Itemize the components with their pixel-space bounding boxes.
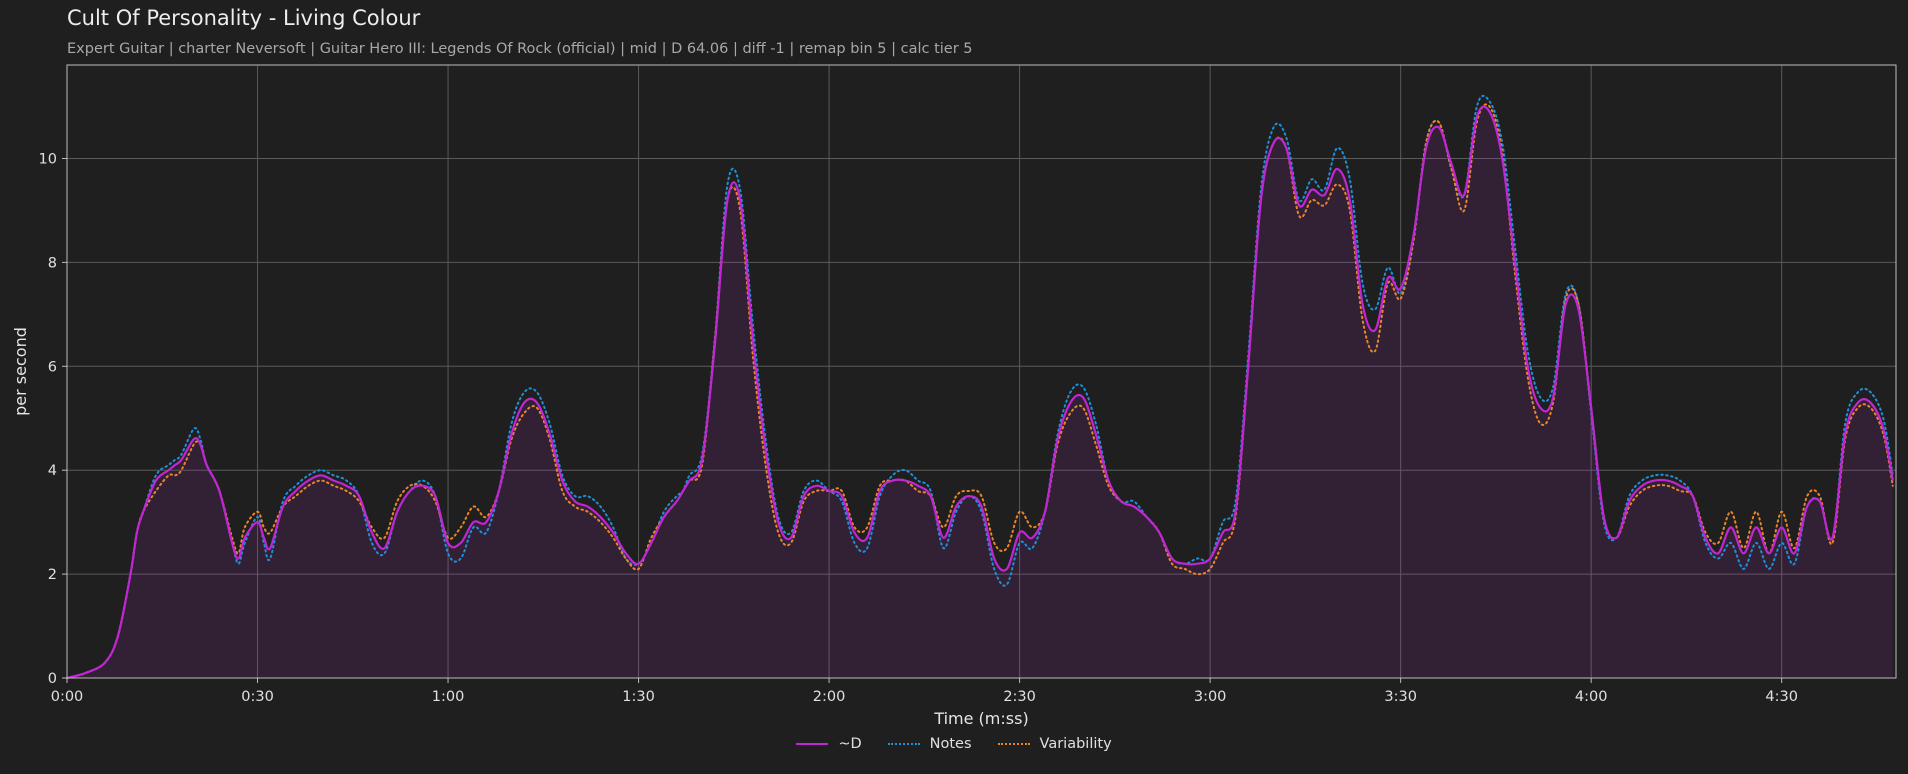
y-tick-label: 6 [48,359,57,375]
x-tick-label: 1:00 [432,689,465,705]
y-tick-label: 4 [48,463,57,479]
legend-item: Notes [887,736,972,752]
series-area-d [67,106,1893,679]
x-tick-label: 2:30 [1003,689,1036,705]
y-tick-label: 10 [39,152,57,168]
legend-label: Notes [929,736,972,752]
area-fill [67,106,1893,679]
legend-swatch [887,743,920,745]
x-tick-label: 1:30 [622,689,655,705]
y-axis-label: per second [11,327,30,416]
legend-label: Variability [1039,736,1112,752]
x-tick-label: 3:00 [1194,689,1227,705]
x-tick-label: 0:30 [241,689,274,705]
x-tick-label: 2:00 [813,689,846,705]
x-axis-label: Time (m:ss) [933,709,1028,728]
legend-item: Variability [997,736,1112,752]
y-tick-label: 8 [48,255,57,271]
y-tick-label: 0 [48,671,57,687]
line-chart: 0:00 0:30 1:00 1:30 2:00 2:30 3:00 3:30 4:00 4:30… [11,64,1897,728]
x-tick-label: 4:00 [1575,689,1608,705]
chart-legend: ~D Notes Variability [0,736,1908,752]
x-tick-label: 3:30 [1384,689,1417,705]
y-tick-label: 2 [48,567,57,583]
legend-item: ~D [796,736,862,752]
legend-swatch [796,743,829,745]
legend-label: ~D [838,736,862,752]
y-axis-ticks: 0 2 4 6 8 10 [39,152,67,687]
legend-swatch [997,743,1030,745]
x-tick-label: 4:30 [1765,689,1798,705]
x-axis-ticks: 0:00 0:30 1:00 1:30 2:00 2:30 3:00 3:30 4:00 4:30 [51,678,1798,705]
x-tick-label: 0:00 [51,689,84,705]
